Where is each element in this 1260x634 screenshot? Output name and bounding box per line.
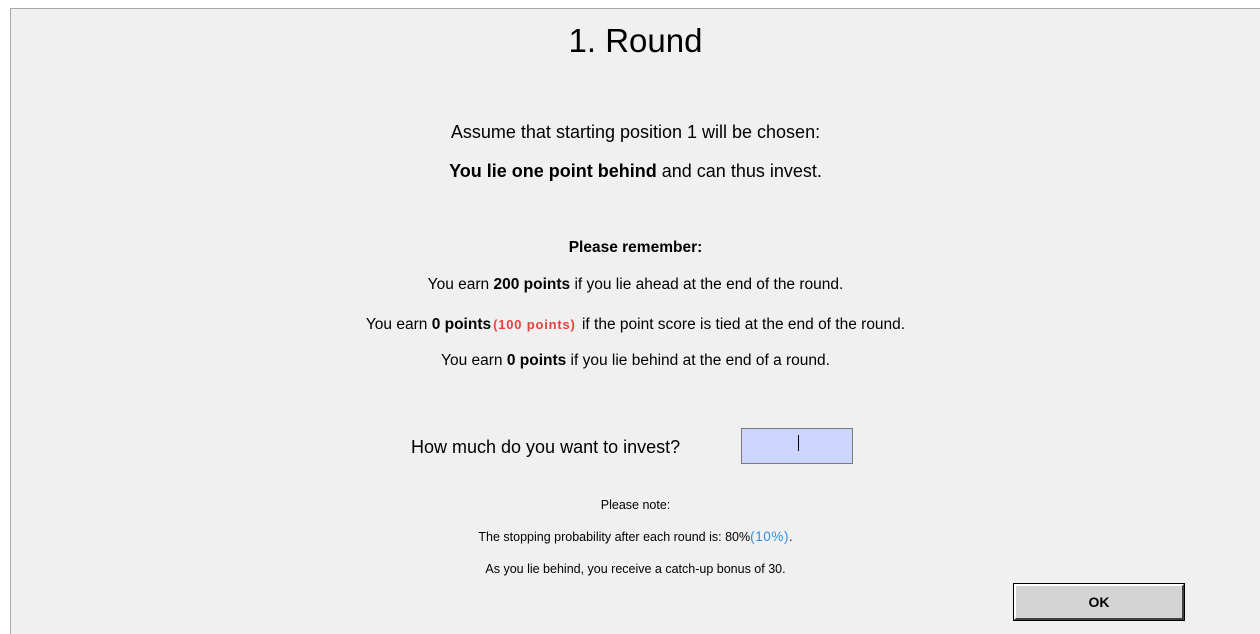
stopping-alt: (10%) (750, 529, 790, 544)
rule-ahead: You earn 200 points if you lie ahead at … (11, 275, 1260, 295)
rule-behind: You earn 0 points if you lie behind at t… (11, 351, 1260, 371)
catch-up-bonus-text: As you lie behind, you receive a catch-u… (485, 562, 786, 576)
position-text: You lie one point behind and can thus in… (11, 160, 1260, 182)
round-screen: 1. Round Assume that starting position 1… (10, 8, 1260, 634)
ok-button[interactable]: OK (1013, 583, 1185, 621)
rule-ahead-points: 200 points (493, 276, 571, 293)
invest-input[interactable] (741, 428, 853, 464)
invest-row: How much do you want to invest? (11, 428, 1260, 466)
rule-tied-pre: You earn (365, 316, 432, 333)
rule-tied-alt-points: (100 points) (493, 317, 576, 332)
rule-behind-points: 0 points (506, 352, 567, 369)
stopping-pre: The stopping probability after each roun… (478, 530, 751, 544)
rule-tied: You earn 0 points (100 points) if the poi… (11, 315, 1260, 335)
rule-behind-post: if you lie behind at the end of a round. (566, 352, 830, 369)
round-title: 1. Round (568, 22, 703, 59)
rule-tied-post: if the point score is tied at the end of… (577, 316, 906, 333)
text-cursor (798, 435, 799, 451)
stopping-probability-text: The stopping probability after each roun… (11, 529, 1260, 545)
position-rest: and can thus invest. (656, 161, 822, 181)
assumption-text: Assume that starting position 1 will be … (450, 122, 821, 142)
position-bold: You lie one point behind (449, 161, 657, 181)
rule-ahead-post: if you lie ahead at the end of the round… (570, 276, 844, 293)
invest-label: How much do you want to invest? (411, 437, 681, 457)
rule-tied-points: 0 points (431, 316, 492, 333)
rule-behind-pre: You earn (441, 352, 507, 369)
rule-ahead-pre: You earn (427, 276, 494, 293)
stopping-post: . (789, 530, 793, 544)
remember-heading: Please remember: (568, 239, 703, 256)
note-heading: Please note: (600, 498, 671, 512)
